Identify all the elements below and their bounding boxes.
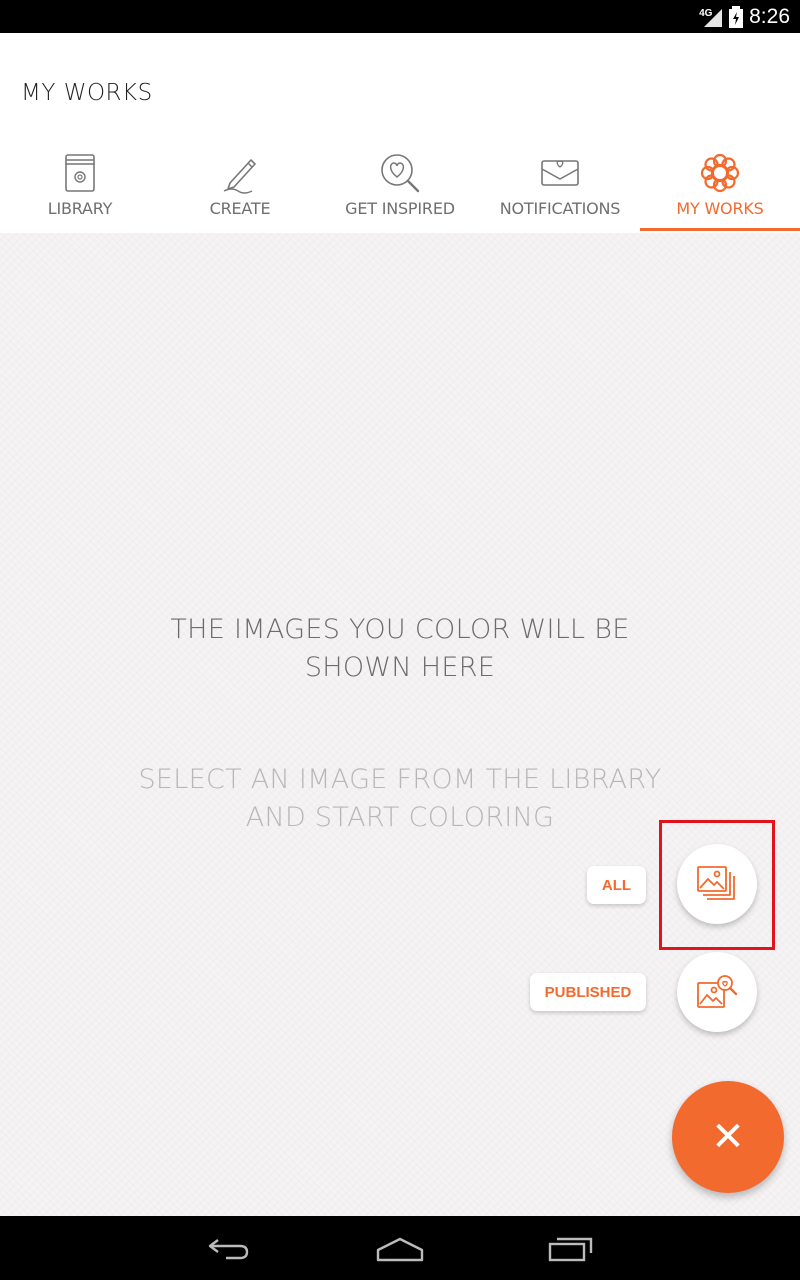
app-header: MY WORKS (0, 33, 800, 133)
empty-state-title: THE IMAGES YOU COLOR WILL BE SHOWN HERE (0, 611, 800, 687)
tab-library-label: LIBRARY (47, 199, 113, 218)
empty-state-title-line1: THE IMAGES YOU COLOR WILL BE (170, 614, 630, 645)
tab-bar: LIBRARY CREATE GET INSPIRED NOTIFICATION… (0, 133, 800, 233)
back-icon (208, 1239, 249, 1260)
close-fab-button[interactable]: ✕ (672, 1081, 784, 1193)
back-button[interactable] (198, 1232, 258, 1266)
flower-icon (700, 153, 740, 193)
tab-library[interactable]: LIBRARY (0, 133, 160, 233)
empty-state-title-line2: SHOWN HERE (304, 652, 496, 683)
works-content-area: THE IMAGES YOU COLOR WILL BE SHOWN HERE … (0, 233, 800, 1216)
tab-notifications-label: NOTIFICATIONS (499, 199, 621, 218)
active-tab-indicator (640, 228, 800, 231)
tab-get-inspired-label: GET INSPIRED (345, 199, 455, 218)
tab-my-works-label: MY WORKS (676, 199, 764, 218)
tab-create[interactable]: CREATE (160, 133, 320, 233)
tab-get-inspired[interactable]: GET INSPIRED (320, 133, 480, 233)
page-title: MY WORKS (21, 80, 153, 106)
tab-notifications[interactable]: NOTIFICATIONS (480, 133, 640, 233)
network-type: 4G (699, 7, 713, 19)
signal-icon: 4G (699, 6, 723, 28)
recents-icon (548, 1237, 593, 1262)
gallery-search-icon (697, 975, 738, 1008)
tab-my-works[interactable]: MY WORKS (640, 133, 800, 233)
all-filter-label[interactable]: ALL (587, 866, 646, 904)
library-book-icon (65, 154, 95, 192)
envelope-icon (541, 160, 579, 186)
close-icon: ✕ (711, 1114, 745, 1160)
heart-search-icon (381, 154, 420, 193)
status-icons: 4G 8:26 (699, 0, 790, 33)
tab-create-label: CREATE (209, 199, 271, 218)
battery-icon (729, 5, 744, 28)
pencil-icon (223, 159, 256, 194)
published-filter-label[interactable]: PUBLISHED (530, 973, 646, 1011)
recents-button[interactable] (541, 1232, 601, 1266)
highlight-box (659, 820, 775, 950)
status-bar: 4G 8:26 (0, 0, 800, 33)
clock: 8:26 (749, 4, 790, 28)
home-button[interactable] (370, 1232, 430, 1266)
system-nav-bar (0, 1216, 800, 1280)
home-icon (376, 1237, 424, 1262)
published-works-button[interactable] (677, 952, 757, 1032)
empty-state-subtitle-line1: SELECT AN IMAGE FROM THE LIBRARY (138, 764, 662, 795)
